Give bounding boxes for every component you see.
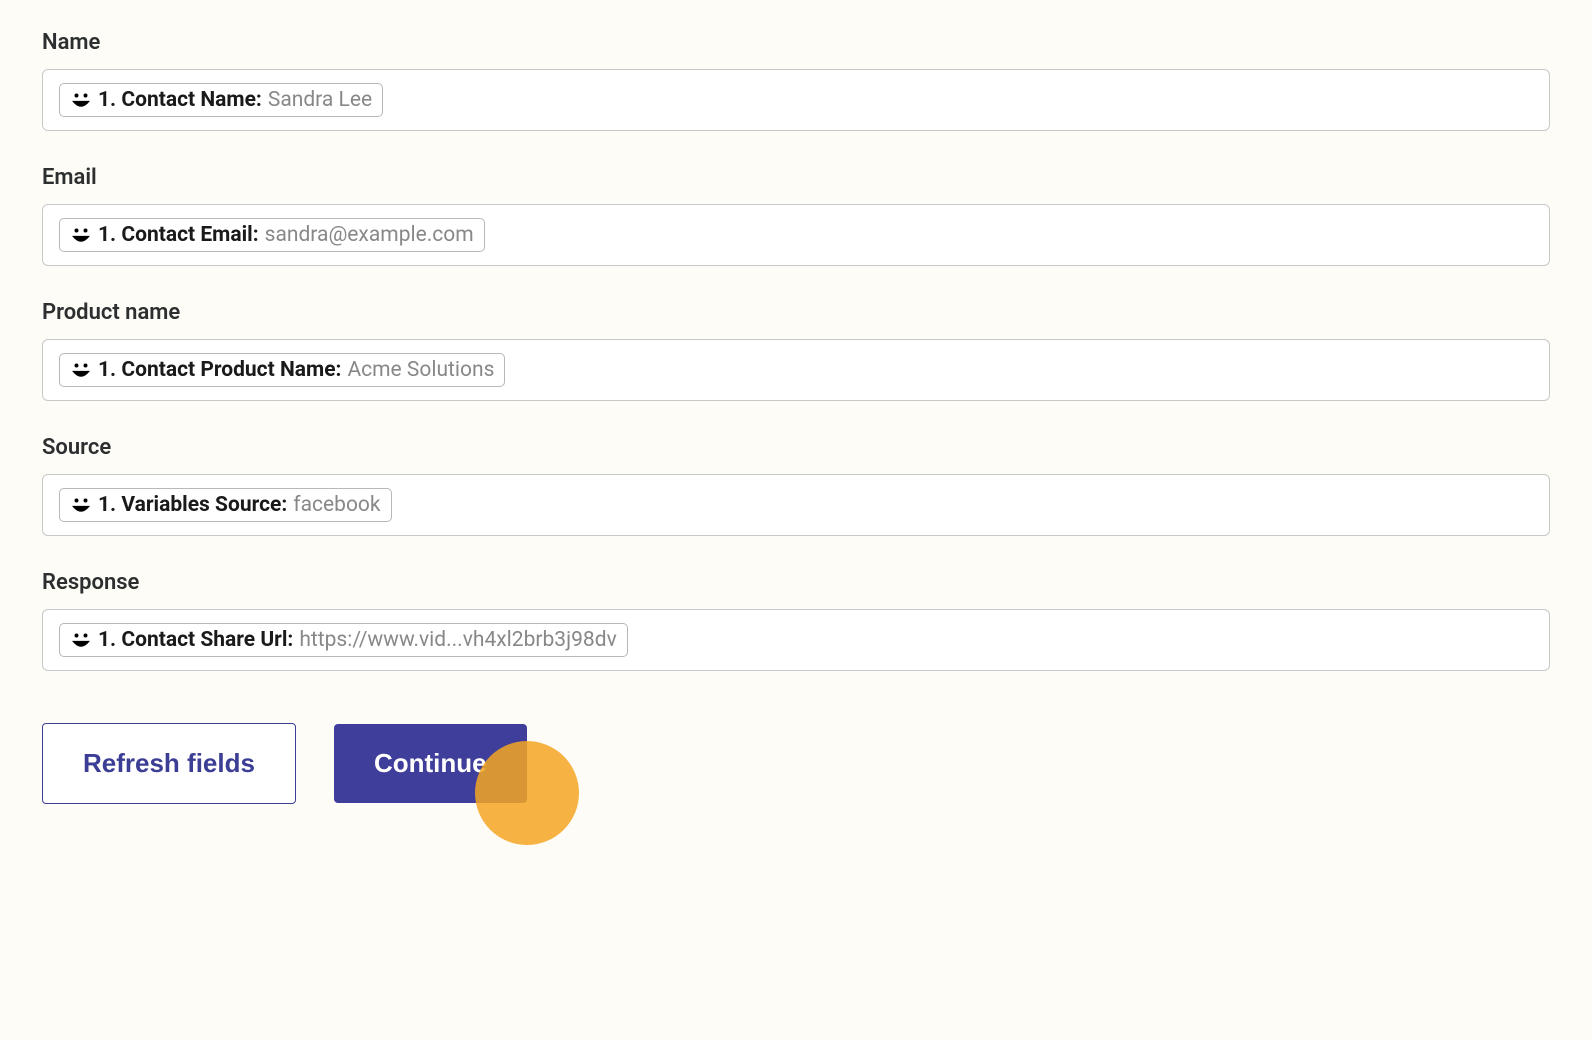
field-name: Name 1. Contact Name: Sandra Lee bbox=[42, 30, 1550, 131]
field-input-product[interactable]: 1. Contact Product Name: Acme Solutions bbox=[42, 339, 1550, 401]
field-input-name[interactable]: 1. Contact Name: Sandra Lee bbox=[42, 69, 1550, 131]
field-product-name: Product name 1. Contact Product Name: Ac… bbox=[42, 300, 1550, 401]
token-pill[interactable]: 1. Contact Product Name: Acme Solutions bbox=[59, 353, 505, 387]
form-container: Name 1. Contact Name: Sandra Lee Email bbox=[42, 30, 1550, 804]
field-input-source[interactable]: 1. Variables Source: facebook bbox=[42, 474, 1550, 536]
pill-label: 1. Contact Name: bbox=[98, 88, 262, 112]
field-label-name: Name bbox=[42, 30, 1550, 55]
button-row: Refresh fields Continue bbox=[42, 723, 1550, 804]
field-input-email[interactable]: 1. Contact Email: sandra@example.com bbox=[42, 204, 1550, 266]
field-label-response: Response bbox=[42, 570, 1550, 595]
field-label-product: Product name bbox=[42, 300, 1550, 325]
token-pill[interactable]: 1. Variables Source: facebook bbox=[59, 488, 392, 522]
pill-label: 1. Variables Source: bbox=[98, 493, 287, 517]
smile-icon bbox=[70, 360, 92, 380]
field-input-response[interactable]: 1. Contact Share Url: https://www.vid...… bbox=[42, 609, 1550, 671]
smile-icon bbox=[70, 90, 92, 110]
smile-icon bbox=[70, 495, 92, 515]
pill-label: 1. Contact Product Name: bbox=[98, 358, 341, 382]
smile-icon bbox=[70, 225, 92, 245]
pill-value: https://www.vid...vh4xl2brb3j98dv bbox=[299, 628, 616, 652]
continue-button[interactable]: Continue bbox=[334, 724, 527, 803]
token-pill[interactable]: 1. Contact Email: sandra@example.com bbox=[59, 218, 485, 252]
token-pill[interactable]: 1. Contact Name: Sandra Lee bbox=[59, 83, 383, 117]
pill-label: 1. Contact Email: bbox=[98, 223, 259, 247]
refresh-fields-button[interactable]: Refresh fields bbox=[42, 723, 296, 804]
pill-value: sandra@example.com bbox=[265, 223, 474, 247]
pill-value: Sandra Lee bbox=[268, 88, 372, 112]
smile-icon bbox=[70, 630, 92, 650]
pill-value: facebook bbox=[293, 493, 380, 517]
field-email: Email 1. Contact Email: sandra@example.c… bbox=[42, 165, 1550, 266]
field-label-source: Source bbox=[42, 435, 1550, 460]
field-label-email: Email bbox=[42, 165, 1550, 190]
field-source: Source 1. Variables Source: facebook bbox=[42, 435, 1550, 536]
pill-label: 1. Contact Share Url: bbox=[98, 628, 293, 652]
pill-value: Acme Solutions bbox=[347, 358, 494, 382]
token-pill[interactable]: 1. Contact Share Url: https://www.vid...… bbox=[59, 623, 628, 657]
field-response: Response 1. Contact Share Url: https://w… bbox=[42, 570, 1550, 671]
